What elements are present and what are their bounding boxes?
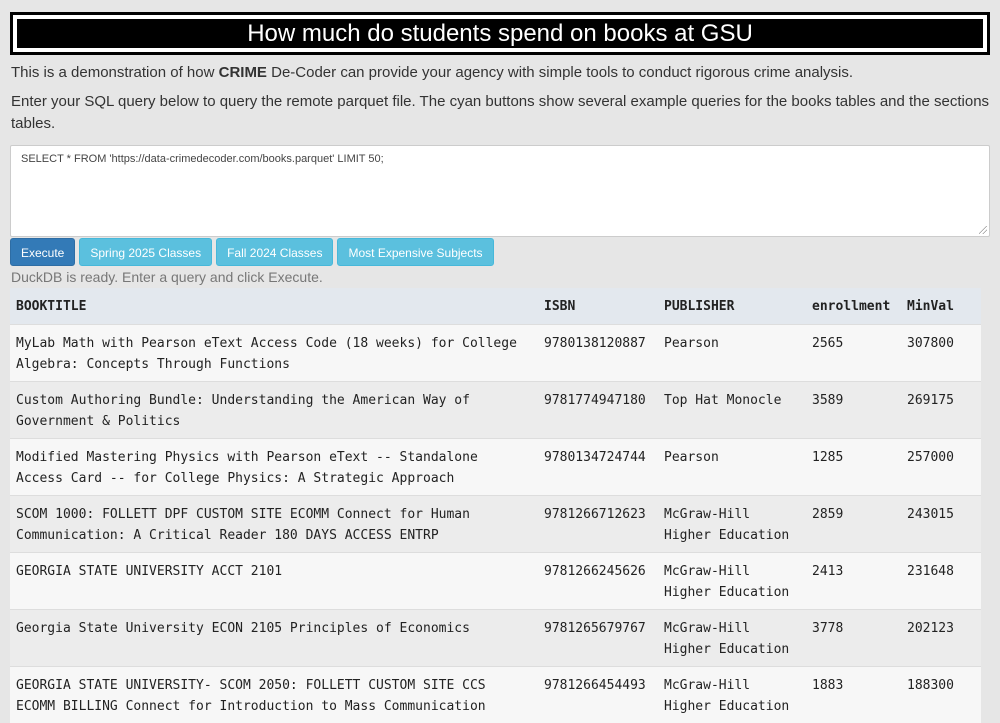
cell-minval: 188300 bbox=[901, 667, 981, 723]
status-text: DuckDB is ready. Enter a query and click… bbox=[10, 268, 990, 286]
cell-booktitle: SCOM 1000: FOLLETT DPF CUSTOM SITE ECOMM… bbox=[10, 496, 538, 553]
page: How much do students spend on books at G… bbox=[0, 0, 1000, 723]
cell-publisher: Top Hat Monocle bbox=[658, 382, 806, 439]
cell-publisher: McGraw-Hill Higher Education bbox=[658, 610, 806, 667]
cell-booktitle: Custom Authoring Bundle: Understanding t… bbox=[10, 382, 538, 439]
table-body: MyLab Math with Pearson eText Access Cod… bbox=[10, 325, 981, 723]
intro-after: De-Coder can provide your agency with si… bbox=[267, 64, 853, 81]
cell-isbn: 9781774947180 bbox=[538, 382, 658, 439]
cell-enrollment: 3589 bbox=[806, 382, 901, 439]
table-row: Georgia State University ECON 2105 Princ… bbox=[10, 610, 981, 667]
column-header-enrollment: enrollment bbox=[806, 288, 901, 325]
intro-before: This is a demonstration of how bbox=[11, 64, 219, 81]
sql-query-input[interactable]: SELECT * FROM 'https://data-crimedecoder… bbox=[10, 145, 990, 237]
table-row: Custom Authoring Bundle: Understanding t… bbox=[10, 382, 981, 439]
column-header-publisher: PUBLISHER bbox=[658, 288, 806, 325]
cell-minval: 257000 bbox=[901, 439, 981, 496]
cell-booktitle: MyLab Math with Pearson eText Access Cod… bbox=[10, 325, 538, 382]
results-table: BOOKTITLE ISBN PUBLISHER enrollment MinV… bbox=[10, 288, 981, 723]
cell-booktitle: GEORGIA STATE UNIVERSITY- SCOM 2050: FOL… bbox=[10, 667, 538, 723]
cell-enrollment: 3778 bbox=[806, 610, 901, 667]
most-expensive-subjects-button[interactable]: Most Expensive Subjects bbox=[337, 238, 493, 266]
cell-booktitle: GEORGIA STATE UNIVERSITY ACCT 2101 bbox=[10, 553, 538, 610]
cell-enrollment: 1883 bbox=[806, 667, 901, 723]
title-banner: How much do students spend on books at G… bbox=[10, 12, 990, 55]
column-header-minval: MinVal bbox=[901, 288, 981, 325]
fall-2024-button[interactable]: Fall 2024 Classes bbox=[216, 238, 333, 266]
cell-publisher: McGraw-Hill Higher Education bbox=[658, 553, 806, 610]
cell-publisher: Pearson bbox=[658, 439, 806, 496]
table-header-row: BOOKTITLE ISBN PUBLISHER enrollment MinV… bbox=[10, 288, 981, 325]
cell-enrollment: 2413 bbox=[806, 553, 901, 610]
cell-minval: 243015 bbox=[901, 496, 981, 553]
table-row: SCOM 1000: FOLLETT DPF CUSTOM SITE ECOMM… bbox=[10, 496, 981, 553]
cell-isbn: 9781266245626 bbox=[538, 553, 658, 610]
cell-enrollment: 2859 bbox=[806, 496, 901, 553]
table-row: GEORGIA STATE UNIVERSITY- SCOM 2050: FOL… bbox=[10, 667, 981, 723]
sql-query-text: SELECT * FROM 'https://data-crimedecoder… bbox=[21, 153, 384, 165]
execute-button[interactable]: Execute bbox=[10, 238, 75, 266]
button-bar: Execute Spring 2025 Classes Fall 2024 Cl… bbox=[10, 238, 990, 266]
table-row: Modified Mastering Physics with Pearson … bbox=[10, 439, 981, 496]
resize-handle-icon[interactable] bbox=[979, 226, 987, 234]
cell-booktitle: Georgia State University ECON 2105 Princ… bbox=[10, 610, 538, 667]
cell-publisher: Pearson bbox=[658, 325, 806, 382]
page-title: How much do students spend on books at G… bbox=[16, 18, 984, 49]
cell-booktitle: Modified Mastering Physics with Pearson … bbox=[10, 439, 538, 496]
column-header-booktitle: BOOKTITLE bbox=[10, 288, 538, 325]
cell-publisher: McGraw-Hill Higher Education bbox=[658, 496, 806, 553]
instructions-text: Enter your SQL query below to query the … bbox=[10, 91, 990, 135]
table-row: MyLab Math with Pearson eText Access Cod… bbox=[10, 325, 981, 382]
cell-minval: 231648 bbox=[901, 553, 981, 610]
cell-isbn: 9781266454493 bbox=[538, 667, 658, 723]
cell-isbn: 9781265679767 bbox=[538, 610, 658, 667]
spring-2025-button[interactable]: Spring 2025 Classes bbox=[79, 238, 212, 266]
column-header-isbn: ISBN bbox=[538, 288, 658, 325]
cell-publisher: McGraw-Hill Higher Education bbox=[658, 667, 806, 723]
cell-minval: 269175 bbox=[901, 382, 981, 439]
cell-enrollment: 2565 bbox=[806, 325, 901, 382]
cell-isbn: 9780138120887 bbox=[538, 325, 658, 382]
table-row: GEORGIA STATE UNIVERSITY ACCT 2101 97812… bbox=[10, 553, 981, 610]
cell-minval: 202123 bbox=[901, 610, 981, 667]
intro-bold: CRIME bbox=[219, 64, 267, 81]
intro-text: This is a demonstration of how CRIME De-… bbox=[10, 62, 990, 84]
cell-enrollment: 1285 bbox=[806, 439, 901, 496]
cell-minval: 307800 bbox=[901, 325, 981, 382]
cell-isbn: 9780134724744 bbox=[538, 439, 658, 496]
cell-isbn: 9781266712623 bbox=[538, 496, 658, 553]
